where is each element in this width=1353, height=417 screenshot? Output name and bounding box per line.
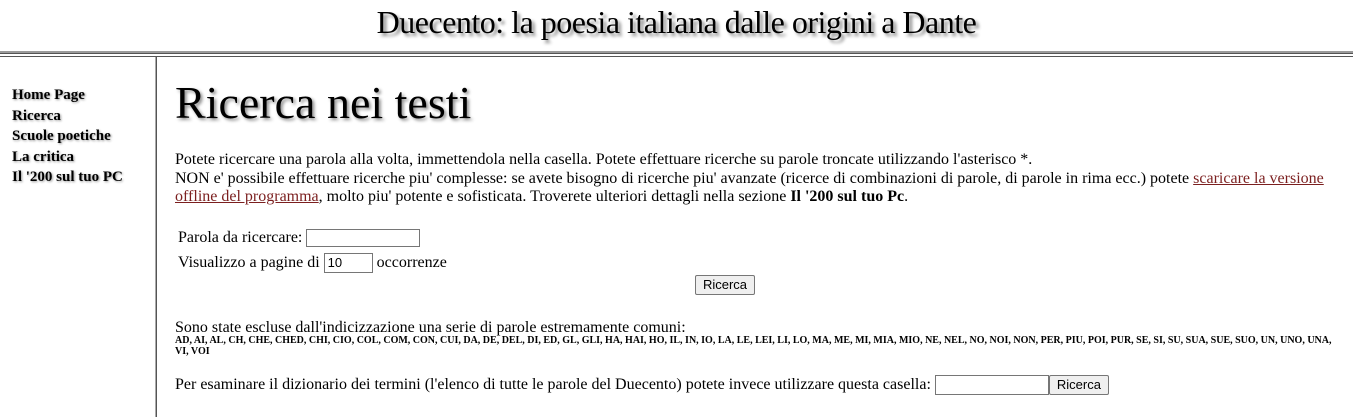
nav-item-200-sul-tuo-pc[interactable]: Il '200 sul tuo PC xyxy=(12,167,123,188)
page-size-unit-label: occorrenze xyxy=(376,253,447,271)
nav-item-home-page[interactable]: Home Page xyxy=(12,85,123,106)
sidebar-divider xyxy=(155,57,157,417)
word-label: Parola da ricercare: xyxy=(178,228,303,246)
dictionary-input[interactable] xyxy=(934,374,1049,395)
site-header: Duecento: la poesia italiana dalle origi… xyxy=(0,0,1353,50)
page-size-input[interactable] xyxy=(323,252,373,273)
search-button-row: Ricerca xyxy=(175,274,1275,299)
nav-item-scuole-poetiche[interactable]: Scuole poetiche xyxy=(12,126,123,147)
site-title: Duecento: la poesia italiana dalle origi… xyxy=(376,4,977,40)
excluded-words-list: AD, AI, AL, CH, CHE, CHED, CHI, CIO, COL… xyxy=(175,334,1332,357)
header-divider xyxy=(0,51,1353,54)
nav-item-la-critica[interactable]: La critica xyxy=(12,147,123,168)
intro-line-2-middle: , molto piu' potente e sofisticata. Trov… xyxy=(318,188,791,205)
page-title: Ricerca nei testi xyxy=(175,77,472,128)
dictionary-label: Per esaminare il dizionario dei termini … xyxy=(175,375,931,393)
dictionary-search-button[interactable]: Ricerca xyxy=(1048,374,1109,395)
excluded-words-section: Sono state escluse dall'indicizzazione u… xyxy=(175,319,1340,357)
intro-text: Potete ricercare una parola alla volta, … xyxy=(175,151,1340,207)
main-content: Ricerca nei testi Potete ricercare una p… xyxy=(175,57,1340,396)
intro-section-name: Il '200 sul tuo Pc xyxy=(790,188,905,205)
nav-item-ricerca[interactable]: Ricerca xyxy=(12,106,123,127)
sidebar: Home Page Ricerca Scuole poetiche La cri… xyxy=(0,57,154,417)
word-search-input[interactable] xyxy=(306,228,421,247)
word-row: Parola da ricercare: xyxy=(175,225,1340,250)
search-button[interactable]: Ricerca xyxy=(694,274,756,295)
page-size-row: Visualizzo a pagine di occorrenze xyxy=(175,250,1340,275)
intro-line-2-start: NON e' possibile effettuare ricerche piu… xyxy=(175,169,1194,187)
dictionary-row: Per esaminare il dizionario dei termini … xyxy=(175,374,1340,396)
search-form: Parola da ricercare: Visualizzo a pagine… xyxy=(175,225,1340,299)
intro-end: . xyxy=(904,188,909,205)
page-size-label: Visualizzo a pagine di xyxy=(178,253,320,271)
intro-line-1: Potete ricercare una parola alla volta, … xyxy=(175,151,1033,168)
sidebar-nav: Home Page Ricerca Scuole poetiche La cri… xyxy=(12,85,123,188)
